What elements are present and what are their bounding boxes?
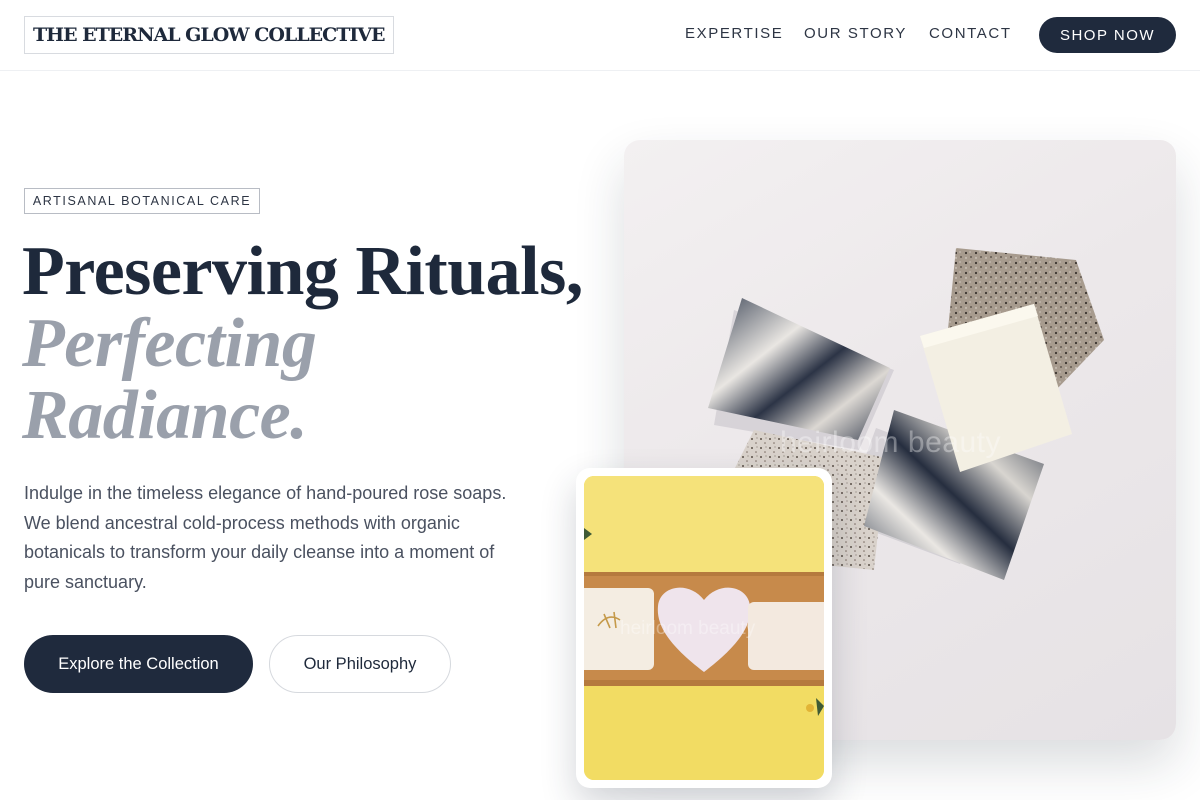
- explore-collection-button[interactable]: Explore the Collection: [24, 635, 253, 693]
- eyebrow-tag: ARTISANAL BOTANICAL CARE: [24, 188, 260, 214]
- hero-description: Indulge in the timeless elegance of hand…: [24, 483, 507, 592]
- nav-link-expertise[interactable]: EXPERTISE: [685, 25, 783, 42]
- nav-link-contact[interactable]: CONTACT: [929, 25, 1012, 42]
- inset-image-heart-soap: heirloom beauty: [584, 476, 824, 780]
- headline-line-2: Perfecting: [22, 305, 317, 382]
- our-philosophy-button[interactable]: Our Philosophy: [269, 635, 451, 693]
- hero-headline: Preserving Rituals, Perfecting Radiance.: [22, 236, 602, 452]
- site-header: THE ETERNAL GLOW COLLECTIVE EXPERTISE OU…: [0, 0, 1200, 71]
- brand-logo[interactable]: THE ETERNAL GLOW COLLECTIVE: [24, 16, 394, 54]
- nav-link-our-story[interactable]: OUR STORY: [804, 25, 907, 42]
- headline-line-1: Preserving Rituals,: [22, 233, 583, 310]
- inset-image-card: heirloom beauty: [576, 468, 832, 788]
- main-image-watermark: heirloom beauty: [780, 426, 1001, 459]
- inset-image-watermark: heirloom beauty: [620, 618, 756, 639]
- headline-line-3: Radiance.: [22, 377, 308, 454]
- shop-now-button[interactable]: SHOP NOW: [1039, 17, 1176, 53]
